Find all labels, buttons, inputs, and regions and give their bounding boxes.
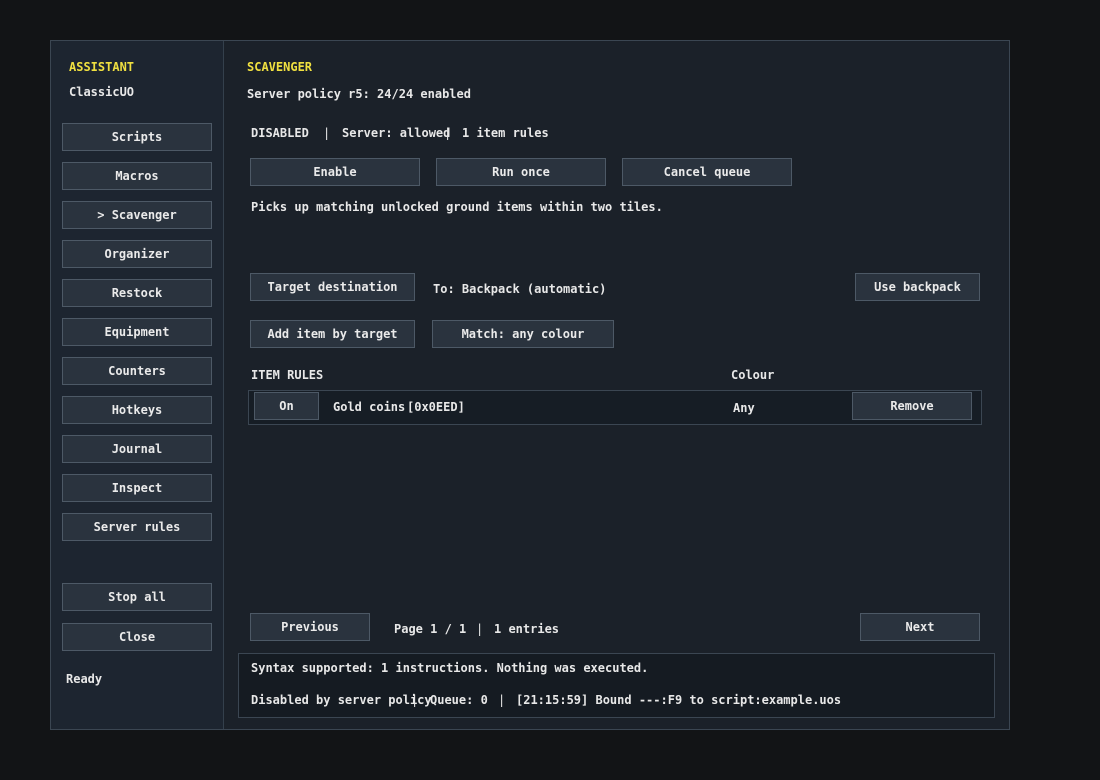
match-colour-button[interactable]: Match: any colour <box>432 320 614 348</box>
nav-scripts[interactable]: Scripts <box>62 123 212 151</box>
server-status: Server: allowed <box>342 126 451 140</box>
nav-counters[interactable]: Counters <box>62 357 212 385</box>
entries-count: 1 entries <box>494 622 560 636</box>
nav-inspect[interactable]: Inspect <box>62 474 212 502</box>
stop-all-button[interactable]: Stop all <box>62 583 212 611</box>
description-text: Picks up matching unlocked ground items … <box>251 200 663 214</box>
separator: | <box>411 693 419 707</box>
close-button[interactable]: Close <box>62 623 212 651</box>
next-button[interactable]: Next <box>860 613 980 641</box>
previous-button[interactable]: Previous <box>250 613 370 641</box>
separator: | <box>444 126 452 140</box>
nav-restock[interactable]: Restock <box>62 279 212 307</box>
main-panel: SCAVENGER Server policy r5: 24/24 enable… <box>224 41 1009 729</box>
separator: | <box>476 622 484 636</box>
nav-server-rules[interactable]: Server rules <box>62 513 212 541</box>
table-row: On Gold coins [0x0EED] Any Remove <box>248 390 982 425</box>
nav-equipment[interactable]: Equipment <box>62 318 212 346</box>
add-item-button[interactable]: Add item by target <box>250 320 415 348</box>
run-once-button[interactable]: Run once <box>436 158 606 186</box>
nav-macros[interactable]: Macros <box>62 162 212 190</box>
remove-button[interactable]: Remove <box>852 392 972 420</box>
page-indicator: Page 1 / 1 <box>394 622 467 636</box>
sidebar: ASSISTANT ClassicUO Scripts Macros > Sca… <box>51 41 224 729</box>
rules-count: 1 item rules <box>462 126 549 140</box>
nav-hotkeys[interactable]: Hotkeys <box>62 396 212 424</box>
rule-toggle-button[interactable]: On <box>254 392 319 420</box>
policy-text: Server policy r5: 24/24 enabled <box>247 87 471 101</box>
target-destination-button[interactable]: Target destination <box>250 273 415 301</box>
state-badge: DISABLED <box>251 126 309 140</box>
nav-organizer[interactable]: Organizer <box>62 240 212 268</box>
nav-scavenger[interactable]: > Scavenger <box>62 201 212 229</box>
separator: | <box>498 693 506 707</box>
rules-header: ITEM RULES <box>251 368 324 382</box>
colour-header: Colour <box>731 368 775 382</box>
bound-message: [21:15:59] Bound ---:F9 to script:exampl… <box>516 693 842 707</box>
policy-status: Disabled by server policy <box>251 693 432 707</box>
log-panel: Syntax supported: 1 instructions. Nothin… <box>238 653 995 718</box>
separator: | <box>323 126 331 140</box>
use-backpack-button[interactable]: Use backpack <box>855 273 980 301</box>
log-line: Syntax supported: 1 instructions. Nothin… <box>251 661 649 675</box>
cancel-queue-button[interactable]: Cancel queue <box>622 158 792 186</box>
destination-text: To: Backpack (automatic) <box>433 282 607 296</box>
enable-button[interactable]: Enable <box>250 158 420 186</box>
nav-journal[interactable]: Journal <box>62 435 212 463</box>
status-text: Ready <box>66 672 103 686</box>
page-title: SCAVENGER <box>247 60 313 74</box>
rule-id: [0x0EED] <box>407 400 465 414</box>
rule-colour: Any <box>733 401 755 415</box>
queue-status: Queue: 0 <box>430 693 488 707</box>
sidebar-subtitle: ClassicUO <box>69 85 135 99</box>
assistant-window: ASSISTANT ClassicUO Scripts Macros > Sca… <box>50 40 1010 730</box>
rule-name: Gold coins <box>333 400 406 414</box>
sidebar-title: ASSISTANT <box>69 60 135 74</box>
